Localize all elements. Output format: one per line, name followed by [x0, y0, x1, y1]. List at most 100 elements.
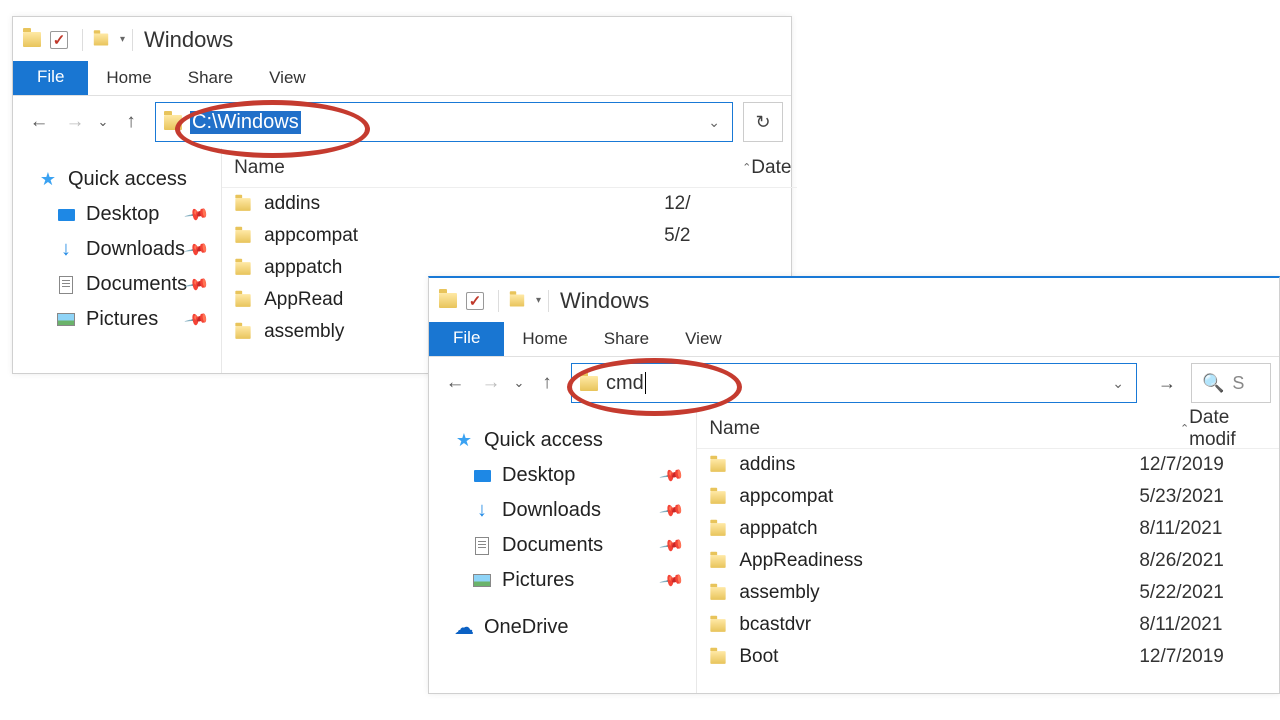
sidebar-item-quick-access[interactable]: ★ Quick access — [21, 162, 213, 197]
sidebar-item-label: OneDrive — [484, 616, 568, 639]
forward-button[interactable]: → — [57, 104, 93, 140]
sidebar-item-label: Pictures — [86, 308, 158, 331]
column-name[interactable]: Name — [697, 418, 1100, 440]
column-name[interactable]: Name — [222, 157, 662, 179]
folder-icon — [235, 326, 250, 339]
tab-view[interactable]: View — [667, 323, 740, 356]
pin-icon: 📌 — [658, 462, 686, 490]
forward-button[interactable]: → — [473, 365, 509, 401]
folder-icon — [235, 230, 250, 243]
file-date: 5/2 — [664, 225, 690, 247]
window-title: Windows — [560, 288, 649, 314]
table-row[interactable]: AppReadiness8/26/2021 — [697, 545, 1279, 577]
file-date: 5/22/2021 — [1139, 582, 1224, 604]
go-button[interactable]: → — [1147, 363, 1187, 403]
tab-home[interactable]: Home — [88, 62, 169, 95]
sidebar-item-pictures[interactable]: Pictures 📌 — [437, 563, 688, 598]
address-text[interactable]: C:\Windows — [190, 111, 301, 134]
tab-file[interactable]: File — [13, 61, 88, 95]
sidebar-item-label: Documents — [86, 273, 187, 296]
tab-file[interactable]: File — [429, 322, 504, 356]
pictures-icon — [55, 309, 77, 331]
address-bar[interactable]: C:\Windows ⌄ — [155, 102, 733, 142]
column-date[interactable]: Date modif — [1189, 407, 1279, 451]
separator — [82, 29, 83, 51]
table-row[interactable]: apppatch8/11/2021 — [697, 513, 1279, 545]
dropdown-icon[interactable]: ▾ — [536, 295, 541, 306]
table-row[interactable]: addins12/ — [222, 188, 797, 220]
file-name: AppReadiness — [739, 550, 1139, 572]
folder-icon — [90, 29, 112, 51]
titlebar[interactable]: ✓ ▾ Windows — [429, 278, 1279, 323]
table-row[interactable]: appcompat5/23/2021 — [697, 481, 1279, 513]
pin-icon: 📌 — [183, 306, 211, 334]
ribbon-tabs: File Home Share View — [13, 62, 791, 96]
file-date: 12/7/2019 — [1139, 646, 1224, 668]
folder-icon — [235, 294, 250, 307]
sidebar-item-label: Desktop — [502, 464, 575, 487]
window-title: Windows — [144, 27, 233, 53]
back-button[interactable]: ← — [437, 365, 473, 401]
up-button[interactable]: ↑ — [529, 365, 565, 401]
star-icon: ★ — [453, 430, 475, 452]
sidebar-item-pictures[interactable]: Pictures 📌 — [21, 302, 213, 337]
file-name: assembly — [739, 582, 1139, 604]
text-cursor — [645, 372, 646, 394]
tab-share[interactable]: Share — [586, 323, 667, 356]
column-headers[interactable]: Name ⌃ Date modif — [697, 409, 1279, 449]
file-name: addins — [739, 454, 1139, 476]
chevron-down-icon[interactable]: ⌄ — [700, 114, 728, 131]
desktop-icon — [55, 204, 77, 226]
tab-share[interactable]: Share — [170, 62, 251, 95]
checkbox-icon[interactable]: ✓ — [464, 290, 486, 312]
sidebar-item-documents[interactable]: Documents 📌 — [21, 267, 213, 302]
file-name: addins — [264, 193, 664, 215]
sidebar-item-desktop[interactable]: Desktop 📌 — [21, 197, 213, 232]
folder-icon — [711, 459, 726, 472]
dropdown-icon[interactable]: ▾ — [120, 34, 125, 45]
sidebar-item-quick-access[interactable]: ★ Quick access — [437, 423, 688, 458]
sidebar-item-desktop[interactable]: Desktop 📌 — [437, 458, 688, 493]
checkbox-icon[interactable]: ✓ — [48, 29, 70, 51]
table-row[interactable]: appcompat5/2 — [222, 220, 797, 252]
navigation-bar: ← → ⌄ ↑ cmd ⌄ → 🔍 S — [429, 357, 1279, 409]
navigation-bar: ← → ⌄ ↑ C:\Windows ⌄ ↻ — [13, 96, 791, 148]
refresh-button[interactable]: ↻ — [743, 102, 783, 142]
sidebar-item-label: Desktop — [86, 203, 159, 226]
pin-icon: 📌 — [183, 271, 211, 299]
file-name: apppatch — [739, 518, 1139, 540]
column-date[interactable]: Date — [751, 157, 797, 179]
up-button[interactable]: ↑ — [113, 104, 149, 140]
tab-home[interactable]: Home — [504, 323, 585, 356]
file-date: 5/23/2021 — [1139, 486, 1224, 508]
separator — [548, 290, 549, 312]
sidebar-item-documents[interactable]: Documents 📌 — [437, 528, 688, 563]
back-button[interactable]: ← — [21, 104, 57, 140]
pictures-icon — [471, 570, 493, 592]
history-dropdown[interactable]: ⌄ — [509, 365, 529, 401]
table-row[interactable]: bcastdvr8/11/2021 — [697, 609, 1279, 641]
folder-icon — [21, 29, 43, 51]
table-row[interactable]: addins12/7/2019 — [697, 449, 1279, 481]
sidebar-item-downloads[interactable]: ↓ Downloads 📌 — [21, 232, 213, 267]
sidebar-item-label: Quick access — [484, 429, 603, 452]
tab-view[interactable]: View — [251, 62, 324, 95]
folder-icon — [164, 115, 182, 130]
download-icon: ↓ — [471, 500, 493, 522]
search-box[interactable]: 🔍 S — [1191, 363, 1271, 403]
column-headers[interactable]: Name ⌃ Date — [222, 148, 797, 188]
sidebar-item-label: Pictures — [502, 569, 574, 592]
chevron-down-icon[interactable]: ⌄ — [1104, 375, 1132, 392]
history-dropdown[interactable]: ⌄ — [93, 104, 113, 140]
separator — [498, 290, 499, 312]
folder-icon — [506, 290, 528, 312]
folder-icon — [711, 555, 726, 568]
table-row[interactable]: Boot12/7/2019 — [697, 641, 1279, 673]
table-row[interactable]: assembly5/22/2021 — [697, 577, 1279, 609]
sidebar-item-downloads[interactable]: ↓ Downloads 📌 — [437, 493, 688, 528]
address-bar[interactable]: cmd ⌄ — [571, 363, 1137, 403]
sidebar-item-onedrive[interactable]: ☁ OneDrive — [437, 610, 688, 645]
titlebar[interactable]: ✓ ▾ Windows — [13, 17, 791, 62]
address-text[interactable]: cmd — [606, 372, 644, 395]
file-name: bcastdvr — [739, 614, 1139, 636]
